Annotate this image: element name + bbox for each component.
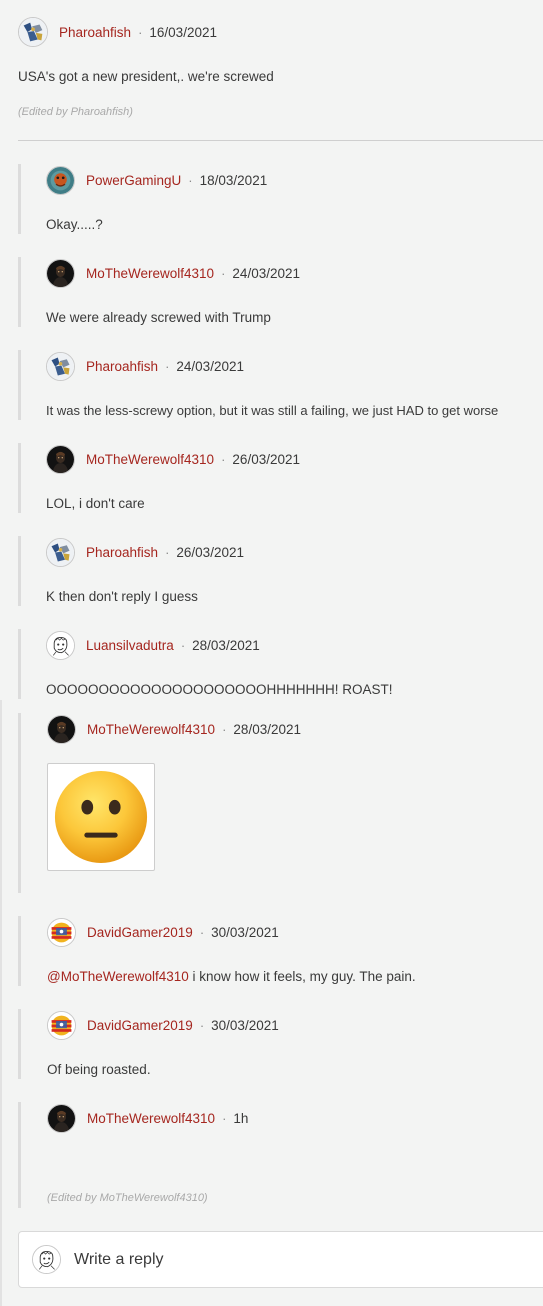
separator-dot: · (199, 924, 205, 940)
comment-date: 24/03/2021 (232, 265, 300, 281)
comment-header: Pharoahfish · 26/03/2021 (46, 536, 543, 568)
avatar[interactable] (46, 630, 75, 660)
comment-date: 24/03/2021 (176, 358, 244, 374)
separator-dot: · (138, 24, 143, 40)
divider (18, 140, 543, 141)
comment-date: 30/03/2021 (211, 1017, 279, 1033)
comment-body: @MoTheWerewolf4310 i know how it feels, … (47, 968, 543, 985)
comment-header: Pharoahfish · 24/03/2021 (46, 350, 543, 382)
comment-header: MoTheWerewolf4310 · 28/03/2021 (47, 713, 543, 745)
reply-comment: MoTheWerewolf4310 · 28/03/2021 (18, 713, 543, 893)
avatar[interactable] (46, 351, 75, 381)
reply-composer[interactable] (18, 1231, 543, 1288)
separator-dot: · (221, 265, 226, 281)
separator-dot: · (221, 451, 226, 467)
reply-comment: Luansilvadutra · 28/03/2021 OOOOOOOOOOOO… (18, 629, 543, 699)
edited-note: (Edited by Pharoahfish) (18, 106, 133, 118)
comment-date: 1h (233, 1110, 249, 1126)
avatar[interactable] (47, 917, 76, 947)
reply-comment: PowerGamingU · 18/03/2021 Okay.....? (18, 164, 543, 234)
comment-date: 28/03/2021 (233, 721, 301, 737)
user-mention-link[interactable]: @MoTheWerewolf4310 (47, 969, 189, 984)
comment-header: MoTheWerewolf4310 · 1h (47, 1102, 543, 1134)
comment-body: Okay.....? (46, 217, 103, 232)
comment-header: PowerGamingU · 18/03/2021 (46, 164, 543, 196)
username-link[interactable]: MoTheWerewolf4310 (86, 452, 214, 467)
thread-rail (0, 700, 2, 1306)
reply-comment: DavidGamer2019 · 30/03/2021 Of being roa… (18, 1009, 543, 1079)
comment-header: Luansilvadutra · 28/03/2021 (46, 629, 543, 661)
comment-body: OOOOOOOOOOOOOOOOOOOOOHHHHHHH! ROAST! (46, 682, 393, 697)
reply-input[interactable] (74, 1250, 494, 1269)
comment-body: We were already screwed with Trump (46, 310, 271, 325)
comment-body: K then don't reply I guess (46, 589, 198, 604)
separator-dot: · (199, 1017, 205, 1033)
comment-date: 16/03/2021 (149, 24, 217, 40)
separator-dot: · (188, 172, 193, 188)
comment-header: DavidGamer2019 · 30/03/2021 (47, 916, 543, 948)
comment-body: LOL, i don't care (46, 496, 145, 511)
comment-body-text: i know how it feels, my guy. The pain. (188, 969, 416, 984)
comment-date: 30/03/2021 (211, 924, 279, 940)
neutral-face-emoji-icon (54, 770, 148, 864)
reply-comment: Pharoahfish · 26/03/2021 K then don't re… (18, 536, 543, 606)
reply-comment: MoTheWerewolf4310 · 1h (Edited by MoTheW… (18, 1102, 543, 1208)
avatar[interactable] (46, 537, 75, 567)
current-user-avatar (32, 1245, 61, 1274)
edited-note: (Edited by MoTheWerewolf4310) (47, 1192, 208, 1204)
comment-date: 18/03/2021 (199, 172, 268, 188)
comment-header: MoTheWerewolf4310 · 24/03/2021 (46, 257, 543, 289)
separator-dot: · (222, 721, 227, 737)
comment-body: USA's got a new president,. we're screwe… (18, 69, 274, 84)
comment-body: It was the less-screwy option, but it wa… (46, 403, 499, 418)
avatar[interactable] (18, 17, 48, 47)
username-link[interactable]: Pharoahfish (86, 359, 158, 374)
attached-image[interactable] (47, 763, 155, 871)
avatar[interactable] (46, 165, 75, 195)
username-link[interactable]: Pharoahfish (86, 545, 158, 560)
separator-dot: · (165, 544, 170, 560)
reply-comment: DavidGamer2019 · 30/03/2021 @MoTheWerewo… (18, 916, 543, 986)
separator-dot: · (180, 637, 186, 653)
avatar[interactable] (47, 1103, 76, 1133)
username-link[interactable]: PowerGamingU (86, 173, 181, 188)
comment-header: DavidGamer2019 · 30/03/2021 (47, 1009, 543, 1041)
separator-dot: · (222, 1110, 227, 1126)
original-comment: Pharoahfish · 16/03/2021 USA's got a new… (18, 16, 543, 118)
comment-thread: Pharoahfish · 16/03/2021 USA's got a new… (0, 0, 543, 1306)
username-link[interactable]: MoTheWerewolf4310 (87, 1111, 215, 1126)
comment-header: Pharoahfish · 16/03/2021 (18, 16, 543, 48)
reply-comment: MoTheWerewolf4310 · 26/03/2021 LOL, i do… (18, 443, 543, 513)
comment-body: Of being roasted. (47, 1062, 151, 1077)
comment-date: 26/03/2021 (176, 544, 244, 560)
avatar[interactable] (47, 714, 76, 744)
separator-dot: · (165, 358, 170, 374)
comment-date: 26/03/2021 (232, 451, 300, 467)
avatar[interactable] (46, 258, 75, 288)
reply-comment: Pharoahfish · 24/03/2021 It was the less… (18, 350, 543, 420)
username-link[interactable]: MoTheWerewolf4310 (86, 266, 214, 281)
username-link[interactable]: MoTheWerewolf4310 (87, 722, 215, 737)
username-link[interactable]: DavidGamer2019 (87, 1018, 193, 1033)
reply-comment: MoTheWerewolf4310 · 24/03/2021 We were a… (18, 257, 543, 327)
username-link[interactable]: Pharoahfish (59, 25, 131, 40)
username-link[interactable]: DavidGamer2019 (87, 925, 193, 940)
username-link[interactable]: Luansilvadutra (86, 638, 174, 653)
comment-header: MoTheWerewolf4310 · 26/03/2021 (46, 443, 543, 475)
avatar[interactable] (47, 1010, 76, 1040)
avatar[interactable] (46, 444, 75, 474)
comment-date: 28/03/2021 (192, 637, 260, 653)
